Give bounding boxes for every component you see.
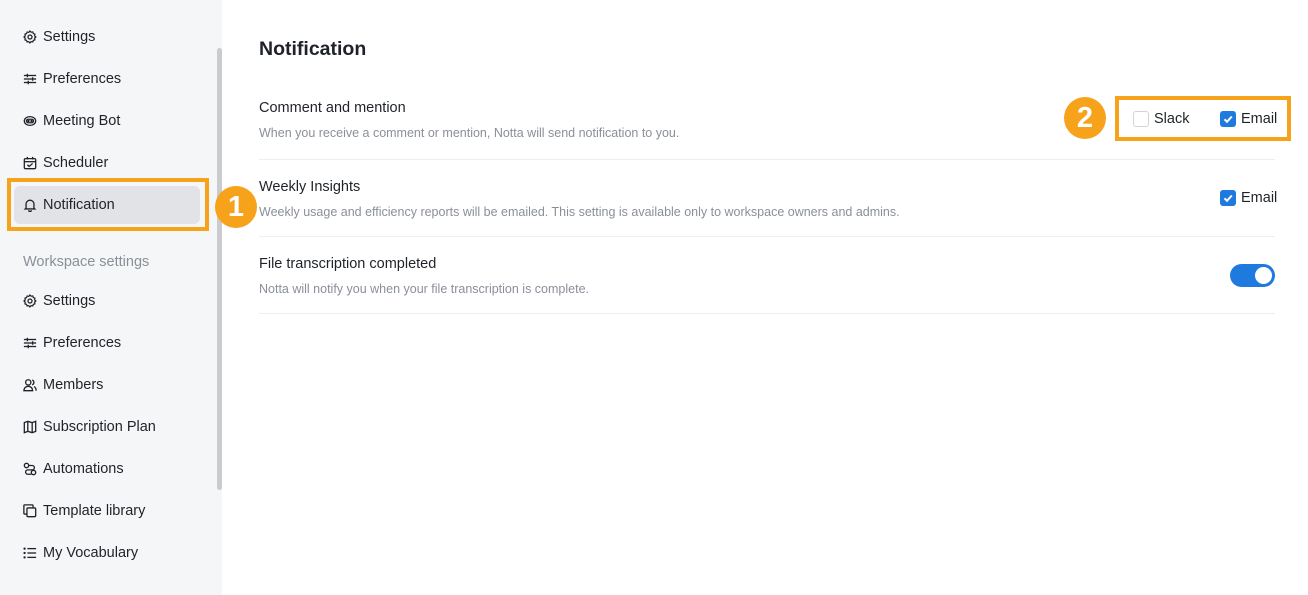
- setting-row-weekly-insights: Weekly Insights Weekly usage and efficie…: [259, 160, 1275, 237]
- sidebar-item-label: Template library: [43, 503, 146, 519]
- sidebar-item-settings[interactable]: Settings: [14, 18, 200, 56]
- sidebar-item-label: Settings: [43, 29, 96, 45]
- setting-description: Weekly usage and efficiency reports will…: [259, 205, 900, 219]
- sidebar-item-label: Meeting Bot: [43, 113, 121, 129]
- sidebar-item-my-vocabulary[interactable]: My Vocabulary: [14, 534, 200, 572]
- sidebar-item-meeting-bot[interactable]: Meeting Bot: [14, 102, 200, 140]
- setting-title: Weekly Insights: [259, 179, 361, 195]
- sidebar-item-template-library[interactable]: Template library: [14, 492, 200, 530]
- checkbox-checked-icon: [1220, 190, 1236, 206]
- sidebar-item-workspace-preferences[interactable]: Preferences: [14, 324, 200, 362]
- sidebar-item-scheduler[interactable]: Scheduler: [14, 144, 200, 182]
- annotation-badge-1: 1: [215, 186, 257, 228]
- sidebar-item-automations[interactable]: Automations: [14, 450, 200, 488]
- template-icon: [23, 504, 37, 518]
- sidebar-scrollbar[interactable]: [217, 48, 222, 490]
- toggle-knob: [1255, 267, 1272, 284]
- checkbox-label: Email: [1241, 190, 1278, 206]
- setting-description: When you receive a comment or mention, N…: [259, 126, 680, 140]
- bot-icon: [23, 114, 37, 128]
- annotation-highlight-channels: [1115, 96, 1291, 141]
- gear-icon: [23, 30, 37, 44]
- sidebar-item-label: Scheduler: [43, 155, 109, 171]
- sliders-icon: [23, 336, 37, 350]
- gear-icon: [23, 294, 37, 308]
- calendar-icon: [23, 156, 37, 170]
- sidebar-item-members[interactable]: Members: [14, 366, 200, 404]
- map-icon: [23, 420, 37, 434]
- file-transcription-toggle[interactable]: [1230, 264, 1275, 287]
- members-icon: [23, 378, 37, 392]
- sidebar-item-label: My Vocabulary: [43, 545, 139, 561]
- list-icon: [23, 546, 37, 560]
- automations-icon: [23, 462, 37, 476]
- email-checkbox-weekly[interactable]: Email: [1220, 190, 1277, 206]
- annotation-badge-2: 2: [1064, 97, 1106, 139]
- annotation-highlight-notification: [7, 178, 209, 231]
- sidebar-item-subscription-plan[interactable]: Subscription Plan: [14, 408, 200, 446]
- setting-title: Comment and mention: [259, 100, 406, 116]
- sidebar-item-label: Subscription Plan: [43, 419, 156, 435]
- sidebar-item-preferences[interactable]: Preferences: [14, 60, 200, 98]
- sidebar-item-label: Preferences: [43, 71, 122, 87]
- page-title: Notification: [259, 38, 367, 60]
- sliders-icon: [23, 72, 37, 86]
- setting-row-file-transcription: File transcription completed Notta will …: [259, 237, 1275, 314]
- workspace-settings-label: Workspace settings: [23, 254, 150, 270]
- setting-description: Notta will notify you when your file tra…: [259, 282, 590, 296]
- sidebar-item-label: Preferences: [43, 335, 122, 351]
- sidebar-item-label: Automations: [43, 461, 124, 477]
- sidebar-item-workspace-settings[interactable]: Settings: [14, 282, 200, 320]
- sidebar: Settings Preferences Meeting Bot Schedul…: [0, 0, 222, 595]
- setting-title: File transcription completed: [259, 256, 437, 272]
- sidebar-item-label: Members: [43, 377, 104, 393]
- sidebar-item-label: Settings: [43, 293, 96, 309]
